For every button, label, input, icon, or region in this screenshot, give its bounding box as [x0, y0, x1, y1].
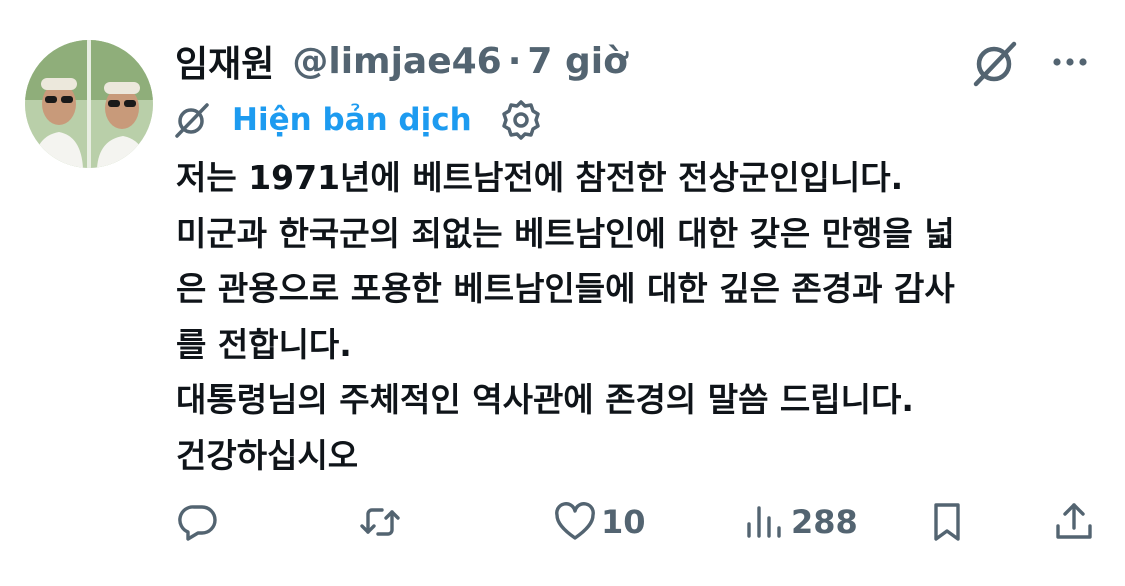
like-count: 10 [601, 503, 646, 541]
like-button[interactable]: 10 [553, 494, 646, 550]
tweet-text-line: 은 관용으로 포용한 베트남인들에 대한 깊은 존경과 감사 [176, 269, 955, 308]
views-button[interactable]: 288 [743, 494, 858, 550]
grok-icon[interactable] [968, 36, 1022, 90]
grok-translate-icon [172, 100, 212, 140]
tweet-header: 임재원 @limjae46 · 7 giờ [175, 36, 628, 86]
display-name[interactable]: 임재원 [175, 35, 274, 87]
reply-button[interactable] [176, 494, 220, 550]
bookmark-button[interactable] [925, 494, 969, 550]
share-button[interactable] [1052, 494, 1096, 550]
tweet-text: 저는 1971년에 베트남전에 참전한 전상군인입니다. 미군과 한국군의 죄없… [176, 150, 1086, 483]
tweet-text-line: 를 전합니다. [176, 324, 352, 364]
heart-icon [555, 502, 595, 540]
action-bar: 10 288 [0, 494, 1125, 550]
tweet-text-line: 저는 1971년에 베트남전에 참전한 전상군인입니다. [176, 158, 904, 197]
show-translation-link[interactable]: Hiện bản dịch [232, 102, 472, 138]
user-handle[interactable]: @limjae46 [292, 41, 501, 82]
retweet-icon [360, 508, 400, 536]
avatar[interactable] [25, 40, 153, 168]
retweet-button[interactable] [358, 494, 402, 550]
bookmark-icon [934, 503, 960, 541]
tweet-text-line: 대통령님의 주체적인 역사관에 존경의 말씀 드립니다. [176, 380, 914, 419]
tweet-text-line: 미군과 한국군의 죄없는 베트남인에 대한 갖은 만행을 넓 [176, 213, 955, 253]
share-icon [1056, 503, 1092, 539]
reply-icon [178, 505, 217, 541]
tweet-text-line: 건강하십시오 [176, 435, 359, 475]
views-chart-icon [747, 506, 781, 538]
gear-icon[interactable] [498, 97, 544, 143]
views-count: 288 [791, 503, 858, 541]
more-options-icon[interactable] [1046, 44, 1094, 80]
translation-row: Hiện bản dịch [172, 96, 544, 144]
separator-dot: · [507, 40, 522, 82]
tweet: 임재원 @limjae46 · 7 giờ Hiện bản dịch 저는 1… [0, 0, 1125, 586]
timestamp[interactable]: 7 giờ [527, 41, 627, 82]
